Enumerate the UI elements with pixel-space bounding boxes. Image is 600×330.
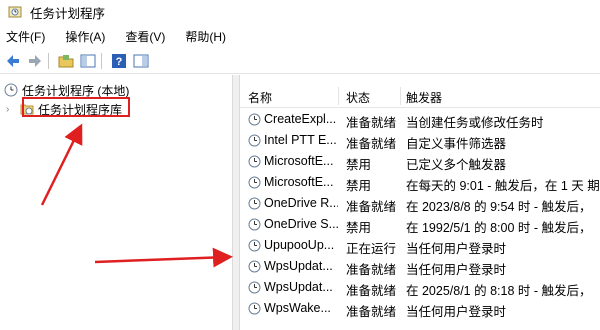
- table-row[interactable]: MicrosoftE... 禁用 在每天的 9:01 - 触发后，在 1 天 期: [240, 172, 600, 193]
- panel2-icon: [133, 54, 149, 68]
- task-trigger: 当创建任务或修改任务时: [406, 116, 544, 130]
- help-button[interactable]: ?: [110, 52, 128, 70]
- column-name[interactable]: 名称: [248, 89, 272, 106]
- pane-splitter[interactable]: [232, 75, 240, 330]
- table-row[interactable]: WpsUpdat... 准备就绪 在 2025/8/1 的 8:18 时 - 触…: [240, 277, 600, 298]
- task-scheduler-icon: [8, 6, 22, 18]
- menu-action[interactable]: 操作(A): [59, 28, 113, 45]
- task-trigger: 在 2023/8/8 的 9:54 时 - 触发后，: [406, 200, 592, 214]
- svg-text:?: ?: [116, 56, 123, 68]
- tree-root-label: 任务计划程序 (本地): [22, 83, 130, 98]
- highlight-box: [22, 97, 130, 117]
- task-trigger: 已定义多个触发器: [406, 158, 507, 172]
- task-name: MicrosoftE...: [264, 175, 334, 189]
- task-name: OneDrive R...: [264, 196, 338, 210]
- help-icon: ?: [112, 54, 126, 68]
- task-status: 准备就绪: [346, 200, 397, 214]
- task-status: 禁用: [346, 158, 372, 172]
- task-clock-icon: [248, 260, 261, 273]
- toolbar-separator: [48, 53, 49, 69]
- task-name: WpsUpdat...: [264, 259, 333, 273]
- task-status: 正在运行: [346, 242, 397, 256]
- table-row[interactable]: UpupooUp... 正在运行 当任何用户登录时: [240, 235, 600, 256]
- task-trigger: 在每天的 9:01 - 触发后，在 1 天 期: [406, 179, 600, 193]
- clock-icon: [4, 83, 18, 97]
- table-row[interactable]: CreateExpl... 准备就绪 当创建任务或修改任务时: [240, 109, 600, 130]
- toolbar: ?: [0, 49, 600, 74]
- menu-help[interactable]: 帮助(H): [179, 28, 234, 45]
- column-separator[interactable]: [338, 87, 339, 105]
- table-header: 名称 状态 触发器: [240, 85, 600, 108]
- task-trigger: 当任何用户登录时: [406, 305, 507, 319]
- chevron-right-icon[interactable]: ›: [6, 104, 20, 115]
- task-trigger: 在 1992/5/1 的 8:00 时 - 触发后，: [406, 221, 592, 235]
- menu-file[interactable]: 文件(F): [0, 28, 53, 45]
- table-row[interactable]: Intel PTT E... 准备就绪 自定义事件筛选器: [240, 130, 600, 151]
- panel-icon: [80, 54, 96, 68]
- task-clock-icon: [248, 239, 261, 252]
- task-status: 禁用: [346, 179, 372, 193]
- task-trigger: 当任何用户登录时: [406, 263, 507, 277]
- column-separator[interactable]: [400, 87, 401, 105]
- task-name: WpsUpdat...: [264, 280, 333, 294]
- task-trigger: 当任何用户登录时: [406, 242, 507, 256]
- task-clock-icon: [248, 134, 261, 147]
- column-trigger[interactable]: 触发器: [406, 89, 442, 106]
- task-status: 准备就绪: [346, 305, 397, 319]
- action-pane-button[interactable]: [132, 52, 150, 70]
- table-row[interactable]: WpsWake... 准备就绪 当任何用户登录时: [240, 298, 600, 319]
- window-title: 任务计划程序: [30, 6, 106, 21]
- forward-icon: [29, 55, 41, 67]
- task-name: UpupooUp...: [264, 238, 335, 252]
- table-row[interactable]: OneDrive S... 禁用 在 1992/5/1 的 8:00 时 - 触…: [240, 214, 600, 235]
- table-row[interactable]: OneDrive R... 准备就绪 在 2023/8/8 的 9:54 时 -…: [240, 193, 600, 214]
- task-name: Intel PTT E...: [264, 133, 337, 147]
- task-status: 准备就绪: [346, 137, 397, 151]
- task-clock-icon: [248, 218, 261, 231]
- task-clock-icon: [248, 302, 261, 315]
- task-status: 准备就绪: [346, 284, 397, 298]
- table-row[interactable]: MicrosoftE... 禁用 已定义多个触发器: [240, 151, 600, 172]
- column-status[interactable]: 状态: [346, 89, 370, 106]
- task-clock-icon: [248, 197, 261, 210]
- task-name: MicrosoftE...: [264, 154, 334, 168]
- back-button[interactable]: [4, 52, 22, 70]
- toolbar-separator: [101, 53, 102, 69]
- menu-bar: 文件(F) 操作(A) 查看(V) 帮助(H): [0, 26, 600, 46]
- folder-icon: [58, 55, 74, 68]
- back-icon: [7, 55, 19, 67]
- task-status: 准备就绪: [346, 116, 397, 130]
- forward-button[interactable]: [26, 52, 44, 70]
- title-bar: 任务计划程序: [0, 0, 600, 24]
- task-clock-icon: [248, 113, 261, 126]
- task-clock-icon: [248, 176, 261, 189]
- task-name: OneDrive S...: [264, 217, 338, 231]
- table-row[interactable]: WpsUpdat... 准备就绪 当任何用户登录时: [240, 256, 600, 277]
- task-status: 准备就绪: [346, 263, 397, 277]
- task-trigger: 在 2025/8/1 的 8:18 时 - 触发后，: [406, 284, 592, 298]
- folder-button[interactable]: [57, 52, 75, 70]
- task-clock-icon: [248, 155, 261, 168]
- task-status: 禁用: [346, 221, 372, 235]
- task-name: CreateExpl...: [264, 112, 337, 126]
- task-list: 名称 状态 触发器 CreateExpl... 准备就绪 当创建任务或修改任务时…: [240, 85, 600, 330]
- task-name: WpsWake...: [264, 301, 331, 315]
- task-clock-icon: [248, 281, 261, 294]
- show-panel-button[interactable]: [79, 52, 97, 70]
- task-trigger: 自定义事件筛选器: [406, 137, 507, 151]
- menu-view[interactable]: 查看(V): [119, 28, 173, 45]
